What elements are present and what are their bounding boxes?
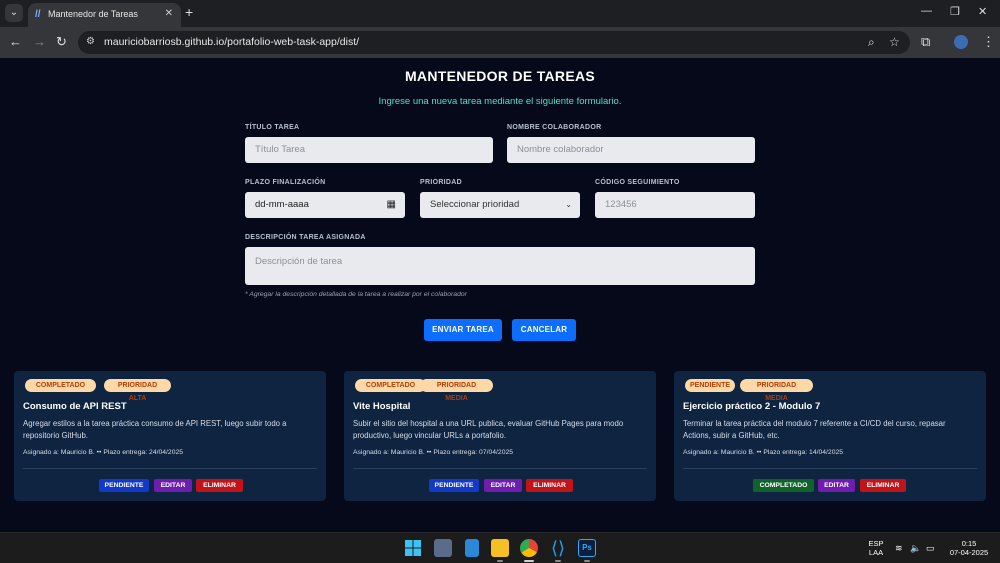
mark-completed-button[interactable]: COMPLETADO xyxy=(753,479,814,492)
vscode-running-indicator xyxy=(555,560,561,562)
priority-badge: PRIORIDAD MEDIA xyxy=(420,379,493,402)
tab-title: Mantenedor de Tareas xyxy=(48,9,138,19)
keyboard-layout: LAA xyxy=(868,548,884,557)
status-badge: PENDIENTE xyxy=(685,379,735,392)
card-description: Agregar estilos a la tarea práctica cons… xyxy=(23,419,287,440)
card-title: Vite Hospital xyxy=(353,401,411,412)
codigo-label: CÓDIGO SEGUIMIENTO xyxy=(595,179,680,186)
titulo-input[interactable]: Título Tarea xyxy=(245,137,493,163)
extensions-icon[interactable]: ⧉ xyxy=(921,35,930,49)
chrome-icon[interactable] xyxy=(520,539,538,557)
task-card: COMPLETADO PRIORIDAD MEDIA Vite Hospital… xyxy=(344,371,656,501)
wifi-icon[interactable]: ≋ xyxy=(895,543,903,554)
page-subtitle: Ingrese una nueva tarea mediante el sigu… xyxy=(378,96,622,107)
descripcion-textarea[interactable]: Descripción de tarea xyxy=(245,247,755,285)
priority-badge: PRIORIDAD ALTA xyxy=(104,379,171,402)
url-text[interactable]: mauriciobarriosb.github.io/portafolio-we… xyxy=(104,36,359,48)
card-divider xyxy=(23,468,317,469)
reload-icon[interactable]: ↻ xyxy=(56,35,67,49)
plazo-label: PLAZO FINALIZACIÓN xyxy=(245,179,326,186)
task-card: PENDIENTE PRIORIDAD MEDIA Ejercicio prác… xyxy=(674,371,986,501)
chevron-down-icon: ⌄ xyxy=(565,200,572,209)
new-tab-button[interactable]: + xyxy=(185,4,193,20)
tab-search-button[interactable]: ⌄ xyxy=(5,4,23,22)
minimize-icon[interactable]: — xyxy=(921,5,932,17)
status-badge: COMPLETADO xyxy=(355,379,426,392)
cancel-button[interactable]: CANCELAR xyxy=(512,319,576,341)
card-meta: Asignado a: Mauricio B. •• Plazo entrega… xyxy=(353,449,514,456)
card-title: Ejercicio práctico 2 - Modulo 7 xyxy=(683,401,821,412)
mark-pending-button[interactable]: PENDIENTE xyxy=(429,479,479,492)
clock-time: 0:15 xyxy=(961,539,977,548)
window-close-icon[interactable]: ✕ xyxy=(978,5,987,18)
card-description: Subir el sitio del hospital a una URL pu… xyxy=(353,419,624,440)
explorer-running-indicator xyxy=(497,560,503,562)
card-meta: Asignado a: Mauricio B. •• Plazo entrega… xyxy=(683,449,844,456)
calendar-icon[interactable]: ▦ xyxy=(387,192,396,218)
close-tab-icon[interactable]: ✕ xyxy=(165,8,173,19)
address-bar[interactable]: ⚙ mauriciobarriosb.github.io/portafolio-… xyxy=(78,31,910,54)
plazo-date-input[interactable]: dd-mm-aaaa ▦ xyxy=(245,192,405,218)
os-taskbar: ⟨⟩ Ps ESP LAA ≋ 🔈 ▭ 0:15 07-04-2025 xyxy=(0,532,1000,563)
status-badge: COMPLETADO xyxy=(25,379,96,392)
bookmark-star-icon[interactable]: ☆ xyxy=(889,35,900,49)
codigo-input[interactable]: 123456 xyxy=(595,192,755,218)
site-info-icon[interactable]: ⚙ xyxy=(86,36,98,48)
card-divider xyxy=(683,468,977,469)
profile-avatar[interactable] xyxy=(954,35,968,49)
site-favicon-icon: // xyxy=(35,9,41,20)
task-card: COMPLETADO PRIORIDAD ALTA Consumo de API… xyxy=(14,371,326,501)
submit-task-button[interactable]: ENVIAR TAREA xyxy=(424,319,502,341)
forward-icon[interactable]: → xyxy=(33,35,46,49)
photoshop-icon[interactable]: Ps xyxy=(578,539,596,557)
browser-menu-icon[interactable]: ⋮ xyxy=(982,35,995,49)
notepad-icon[interactable] xyxy=(465,539,479,557)
card-description: Terminar la tarea práctica del modulo 7 … xyxy=(683,419,946,440)
mark-pending-button[interactable]: PENDIENTE xyxy=(99,479,149,492)
titulo-label: TÍTULO TAREA xyxy=(245,124,300,131)
windows-start-icon[interactable] xyxy=(404,539,422,557)
browser-tab[interactable]: // Mantenedor de Tareas ✕ xyxy=(28,3,181,27)
delete-button[interactable]: ELIMINAR xyxy=(860,479,906,492)
colaborador-label: NOMBRE COLABORADOR xyxy=(507,124,602,131)
card-divider xyxy=(353,468,647,469)
clock[interactable]: 0:15 07-04-2025 xyxy=(944,539,994,557)
file-explorer-icon[interactable] xyxy=(491,539,509,557)
plazo-date-value: dd-mm-aaaa xyxy=(255,199,309,210)
browser-tab-bar: ⌄ // Mantenedor de Tareas ✕ + — ❐ ✕ xyxy=(0,0,1000,27)
vscode-icon[interactable]: ⟨⟩ xyxy=(549,539,567,557)
delete-button[interactable]: ELIMINAR xyxy=(526,479,573,492)
calculator-icon[interactable] xyxy=(434,539,452,557)
edit-button[interactable]: EDITAR xyxy=(484,479,522,492)
edit-button[interactable]: EDITAR xyxy=(818,479,855,492)
descripcion-hint: * Agregar la descripción detallada de la… xyxy=(245,291,467,298)
language-indicator[interactable]: ESP LAA xyxy=(866,539,886,557)
restore-icon[interactable]: ❐ xyxy=(950,5,960,18)
page-title: MANTENEDOR DE TAREAS xyxy=(404,68,596,84)
prioridad-value: Seleccionar prioridad xyxy=(430,199,520,210)
volume-icon[interactable]: 🔈 xyxy=(910,543,921,554)
prioridad-select[interactable]: Seleccionar prioridad ⌄ xyxy=(420,192,580,218)
delete-button[interactable]: ELIMINAR xyxy=(196,479,243,492)
priority-badge: PRIORIDAD MEDIA xyxy=(740,379,813,402)
photoshop-running-indicator xyxy=(584,560,590,562)
language-code: ESP xyxy=(868,539,884,548)
zoom-icon[interactable]: ⌕ xyxy=(868,35,875,50)
card-meta: Asignado a: Mauricio B. •• Plazo entrega… xyxy=(23,449,184,456)
browser-toolbar: ← → ↻ ⚙ mauriciobarriosb.github.io/porta… xyxy=(0,27,1000,58)
card-title: Consumo de API REST xyxy=(23,401,127,412)
back-icon[interactable]: ← xyxy=(9,35,22,49)
chrome-active-indicator xyxy=(524,560,534,562)
clock-date: 07-04-2025 xyxy=(949,548,989,557)
descripcion-label: DESCRIPCIÓN TAREA ASIGNADA xyxy=(245,234,366,241)
colaborador-input[interactable]: Nombre colaborador xyxy=(507,137,755,163)
page-content: MANTENEDOR DE TAREAS Ingrese una nueva t… xyxy=(0,58,1000,532)
prioridad-label: PRIORIDAD xyxy=(420,179,462,186)
battery-icon[interactable]: ▭ xyxy=(926,543,935,554)
edit-button[interactable]: EDITAR xyxy=(154,479,192,492)
